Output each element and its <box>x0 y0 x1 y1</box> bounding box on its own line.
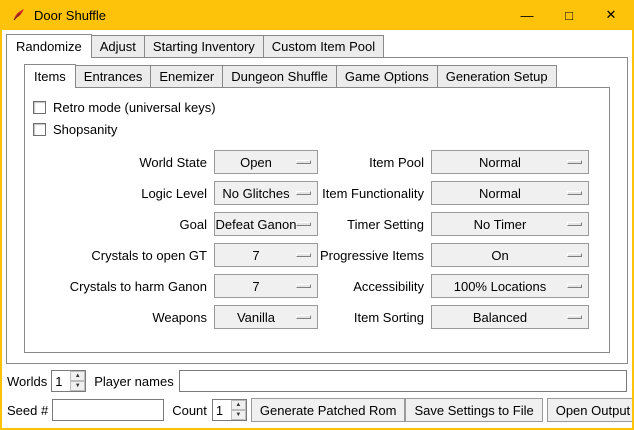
options-row: World State Open Item Pool Normal <box>31 150 603 174</box>
item-pool-dropdown[interactable]: Normal <box>431 150 589 174</box>
tab-custom-item-pool[interactable]: Custom Item Pool <box>263 35 384 57</box>
dropdown-indicator-icon <box>296 191 311 195</box>
crystals-gt-dropdown[interactable]: 7 <box>214 243 318 267</box>
dropdown-indicator-icon <box>567 222 582 226</box>
crystals-gt-label: Crystals to open GT <box>31 248 214 263</box>
logic-level-label: Logic Level <box>31 186 214 201</box>
dropdown-indicator-icon <box>296 160 311 164</box>
tab-game-options[interactable]: Game Options <box>336 65 438 87</box>
stepper-down-icon[interactable]: ▼ <box>70 381 85 391</box>
minimize-icon: — <box>521 8 534 23</box>
goal-label: Goal <box>31 217 214 232</box>
world-state-label: World State <box>31 155 214 170</box>
outer-tabbar: Randomize Adjust Starting Inventory Cust… <box>2 30 632 57</box>
stepper-buttons: ▲ ▼ <box>231 400 246 420</box>
timer-setting-dropdown[interactable]: No Timer <box>431 212 589 236</box>
dropdown-indicator-icon <box>567 160 582 164</box>
logic-level-dropdown[interactable]: No Glitches <box>214 181 318 205</box>
worlds-row: Worlds ▲ ▼ Player names <box>7 369 627 393</box>
checkbox-icon[interactable] <box>33 101 46 114</box>
app-icon <box>11 7 27 23</box>
options-row: Crystals to open GT 7 Progressive Items … <box>31 243 603 267</box>
count-input[interactable] <box>213 400 231 420</box>
options-row: Weapons Vanilla Item Sorting Balanced <box>31 305 603 329</box>
inner-tabbar: Items Entrances Enemizer Dungeon Shuffle… <box>7 58 627 87</box>
titlebar: Door Shuffle — □ ✕ <box>2 0 632 30</box>
progressive-items-label: Progressive Items <box>318 248 431 263</box>
accessibility-label: Accessibility <box>318 279 431 294</box>
options-row: Logic Level No Glitches Item Functionali… <box>31 181 603 205</box>
dropdown-indicator-icon <box>567 315 582 319</box>
tab-entrances[interactable]: Entrances <box>75 65 152 87</box>
worlds-label: Worlds <box>7 374 47 389</box>
items-pane: Retro mode (universal keys) Shopsanity W… <box>24 87 610 353</box>
tab-randomize[interactable]: Randomize <box>6 34 92 58</box>
open-output-directory-button[interactable]: Open Output Directory <box>547 398 632 422</box>
item-pool-label: Item Pool <box>318 155 431 170</box>
player-names-input[interactable] <box>179 370 627 392</box>
tab-dungeon-shuffle[interactable]: Dungeon Shuffle <box>222 65 337 87</box>
save-settings-button[interactable]: Save Settings to File <box>405 398 542 422</box>
count-label: Count <box>172 403 207 418</box>
options-row: Crystals to harm Ganon 7 Accessibility 1… <box>31 274 603 298</box>
item-functionality-dropdown[interactable]: Normal <box>431 181 589 205</box>
item-sorting-label: Item Sorting <box>318 310 431 325</box>
options-row: Goal Defeat Ganon Timer Setting No Timer <box>31 212 603 236</box>
crystals-ganon-dropdown[interactable]: 7 <box>214 274 318 298</box>
seed-row: Seed # Count ▲ ▼ Generate Patched Rom Sa… <box>7 398 627 422</box>
minimize-button[interactable]: — <box>506 0 548 30</box>
dropdown-indicator-icon <box>296 253 311 257</box>
dropdown-indicator-icon <box>567 191 582 195</box>
worlds-stepper[interactable]: ▲ ▼ <box>51 370 86 392</box>
player-names-label: Player names <box>94 374 173 389</box>
randomize-pane: Items Entrances Enemizer Dungeon Shuffle… <box>6 57 628 364</box>
crystals-ganon-label: Crystals to harm Ganon <box>31 279 214 294</box>
stepper-up-icon[interactable]: ▲ <box>70 371 85 381</box>
retro-mode-checkbox[interactable]: Retro mode (universal keys) <box>33 96 603 118</box>
dropdown-indicator-icon <box>296 222 311 226</box>
bottom-bar: Worlds ▲ ▼ Player names Seed # Count <box>2 364 632 428</box>
app-window: Door Shuffle — □ ✕ Randomize Adjust Star… <box>0 0 634 430</box>
tab-generation-setup[interactable]: Generation Setup <box>437 65 557 87</box>
seed-label: Seed # <box>7 403 48 418</box>
accessibility-dropdown[interactable]: 100% Locations <box>431 274 589 298</box>
count-stepper[interactable]: ▲ ▼ <box>212 399 247 421</box>
maximize-button[interactable]: □ <box>548 0 590 30</box>
tab-starting-inventory[interactable]: Starting Inventory <box>144 35 264 57</box>
shopsanity-checkbox[interactable]: Shopsanity <box>33 118 603 140</box>
checkbox-label: Retro mode (universal keys) <box>53 100 216 115</box>
weapons-dropdown[interactable]: Vanilla <box>214 305 318 329</box>
dropdown-indicator-icon <box>296 284 311 288</box>
stepper-down-icon[interactable]: ▼ <box>231 410 246 420</box>
close-icon: ✕ <box>606 7 617 23</box>
weapons-label: Weapons <box>31 310 214 325</box>
close-button[interactable]: ✕ <box>590 0 632 30</box>
seed-input[interactable] <box>52 399 164 421</box>
tab-enemizer[interactable]: Enemizer <box>150 65 223 87</box>
dropdown-indicator-icon <box>567 284 582 288</box>
world-state-dropdown[interactable]: Open <box>214 150 318 174</box>
worlds-input[interactable] <box>52 371 70 391</box>
dropdown-indicator-icon <box>567 253 582 257</box>
progressive-items-dropdown[interactable]: On <box>431 243 589 267</box>
maximize-icon: □ <box>565 8 573 23</box>
dropdown-indicator-icon <box>296 315 311 319</box>
item-functionality-label: Item Functionality <box>318 186 431 201</box>
checkbox-label: Shopsanity <box>53 122 117 137</box>
generate-patched-rom-button[interactable]: Generate Patched Rom <box>251 398 406 422</box>
timer-setting-label: Timer Setting <box>318 217 431 232</box>
tab-adjust[interactable]: Adjust <box>91 35 145 57</box>
window-title: Door Shuffle <box>34 8 106 23</box>
stepper-buttons: ▲ ▼ <box>70 371 85 391</box>
options-grid: World State Open Item Pool Normal Logic … <box>31 150 603 329</box>
tab-items[interactable]: Items <box>24 64 76 88</box>
checkbox-icon[interactable] <box>33 123 46 136</box>
goal-dropdown[interactable]: Defeat Ganon <box>214 212 318 236</box>
item-sorting-dropdown[interactable]: Balanced <box>431 305 589 329</box>
client-area: Randomize Adjust Starting Inventory Cust… <box>2 30 632 428</box>
stepper-up-icon[interactable]: ▲ <box>231 400 246 410</box>
